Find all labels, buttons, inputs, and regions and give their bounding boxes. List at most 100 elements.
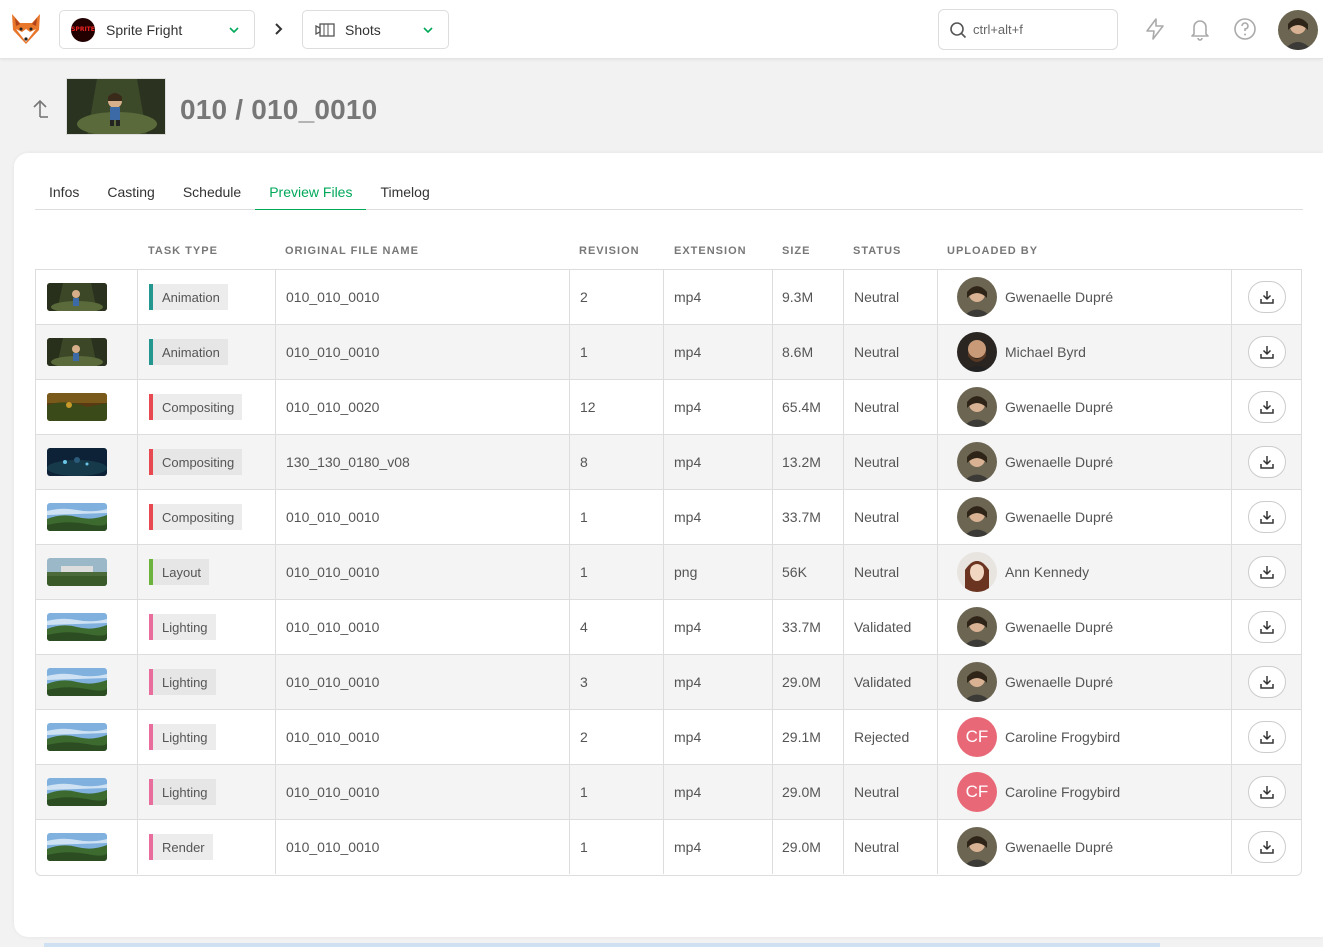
column-status[interactable]: STATUS — [853, 245, 901, 257]
section-selector[interactable]: Shots — [302, 10, 449, 49]
download-button[interactable] — [1248, 391, 1286, 423]
download-cell — [1232, 270, 1302, 324]
file-name-cell: 010_010_0010 — [276, 270, 570, 324]
preview-thumbnail[interactable] — [47, 558, 107, 586]
task-type-badge-lighting[interactable]: Lighting — [149, 614, 216, 640]
preview-thumbnail[interactable] — [47, 338, 107, 366]
download-button[interactable] — [1248, 721, 1286, 753]
uploader-name: Gwenaelle Dupré — [1005, 509, 1114, 525]
uploaded-by-cell: Ann Kennedy — [938, 545, 1232, 599]
download-button[interactable] — [1248, 336, 1286, 368]
thumbnail-cell[interactable] — [36, 820, 138, 874]
download-button[interactable] — [1248, 501, 1286, 533]
task-type-badge-animation[interactable]: Animation — [149, 284, 228, 310]
uploader-name: Gwenaelle Dupré — [1005, 399, 1114, 415]
size-cell: 29.0M — [773, 820, 844, 874]
task-type-badge-lighting[interactable]: Lighting — [149, 669, 216, 695]
uploaded-by-cell: Michael Byrd — [938, 325, 1232, 379]
table-row[interactable]: Layout 010_010_0010 1 png 56K Neutral Ann Kenn… — [36, 545, 1301, 600]
preview-thumbnail[interactable] — [47, 833, 107, 861]
preview-thumbnail[interactable] — [47, 668, 107, 696]
production-selector[interactable]: SPRITE Sprite Fright — [59, 10, 255, 49]
thumbnail-cell[interactable] — [36, 545, 138, 599]
avatar — [957, 827, 997, 867]
thumbnail-cell[interactable] — [36, 435, 138, 489]
bell-icon[interactable] — [1188, 17, 1212, 41]
avatar — [957, 662, 997, 702]
thumbnail-cell[interactable] — [36, 270, 138, 324]
thumbnail-cell[interactable] — [36, 380, 138, 434]
preview-thumbnail[interactable] — [47, 283, 107, 311]
preview-thumbnail[interactable] — [47, 393, 107, 421]
download-button[interactable] — [1248, 611, 1286, 643]
column-size[interactable]: SIZE — [782, 245, 810, 257]
download-button[interactable] — [1248, 281, 1286, 313]
column-extension[interactable]: EXTENSION — [674, 245, 747, 257]
table-row[interactable]: Lighting 010_010_0010 2 mp4 29.1M Rejected CF C… — [36, 710, 1301, 765]
uploaded-by-cell: Gwenaelle Dupré — [938, 435, 1232, 489]
task-type-badge-compositing[interactable]: Compositing — [149, 449, 243, 475]
task-type-badge-lighting[interactable]: Lighting — [149, 779, 216, 805]
task-color-bar — [149, 559, 153, 585]
table-row[interactable]: Lighting 010_010_0010 4 mp4 33.7M Validated Gw… — [36, 600, 1301, 655]
download-button[interactable] — [1248, 556, 1286, 588]
preview-thumbnail[interactable] — [47, 723, 107, 751]
help-icon[interactable] — [1233, 17, 1257, 41]
back-arrow-icon[interactable] — [28, 97, 52, 121]
table-row[interactable]: Render 010_010_0010 1 mp4 29.0M Neutral Gwenae… — [36, 820, 1301, 875]
column-task-type[interactable]: TASK TYPE — [148, 245, 218, 257]
preview-thumbnail[interactable] — [47, 448, 107, 476]
task-type-badge-layout[interactable]: Layout — [149, 559, 210, 585]
download-button[interactable] — [1248, 776, 1286, 808]
column-revision[interactable]: REVISION — [579, 245, 640, 257]
tab-casting[interactable]: Casting — [93, 177, 168, 210]
extension-cell: mp4 — [664, 380, 773, 434]
tab-infos[interactable]: Infos — [35, 177, 93, 210]
tab-timelog[interactable]: Timelog — [366, 177, 443, 210]
preview-thumbnail[interactable] — [47, 613, 107, 641]
kitsu-fox-logo[interactable] — [10, 12, 42, 46]
file-name-cell: 010_010_0010 — [276, 655, 570, 709]
task-type-cell: Compositing — [138, 435, 276, 489]
task-type-badge-compositing[interactable]: Compositing — [149, 394, 243, 420]
download-icon — [1260, 731, 1274, 744]
table-row[interactable]: Lighting 010_010_0010 1 mp4 29.0M Neutral CF Ca… — [36, 765, 1301, 820]
search-box[interactable] — [938, 9, 1118, 50]
tab-schedule[interactable]: Schedule — [169, 177, 255, 210]
thumbnail-cell[interactable] — [36, 655, 138, 709]
column-uploaded-by[interactable]: UPLOADED BY — [947, 245, 1038, 257]
table-row[interactable]: Compositing 010_010_0010 1 mp4 33.7M Neutral G… — [36, 490, 1301, 545]
preview-thumbnail[interactable] — [47, 503, 107, 531]
download-button[interactable] — [1248, 831, 1286, 863]
preview-thumbnail[interactable] — [47, 778, 107, 806]
chevron-down-icon — [229, 26, 239, 33]
horizontal-scrollbar[interactable] — [44, 943, 1160, 947]
task-type-badge-animation[interactable]: Animation — [149, 339, 228, 365]
thumbnail-cell[interactable] — [36, 600, 138, 654]
task-type-badge-render[interactable]: Render — [149, 834, 213, 860]
uploaded-by-cell: Gwenaelle Dupré — [938, 270, 1232, 324]
thumbnail-cell[interactable] — [36, 490, 138, 544]
search-input[interactable] — [973, 22, 1103, 37]
lightning-icon[interactable] — [1143, 17, 1167, 41]
task-color-bar — [149, 394, 153, 420]
download-button[interactable] — [1248, 446, 1286, 478]
task-type-badge-lighting[interactable]: Lighting — [149, 724, 216, 750]
table-row[interactable]: Animation 010_010_0010 1 mp4 8.6M Neutral Mich… — [36, 325, 1301, 380]
file-name-cell: 010_010_0010 — [276, 325, 570, 379]
uploader-name: Caroline Frogybird — [1005, 729, 1121, 745]
current-user-avatar[interactable] — [1278, 10, 1318, 50]
download-button[interactable] — [1248, 666, 1286, 698]
column-file-name[interactable]: ORIGINAL FILE NAME — [285, 245, 419, 257]
thumbnail-cell[interactable] — [36, 765, 138, 819]
table-row[interactable]: Compositing 010_010_0020 12 mp4 65.4M Neutral… — [36, 380, 1301, 435]
task-type-badge-compositing[interactable]: Compositing — [149, 504, 243, 530]
thumbnail-cell[interactable] — [36, 325, 138, 379]
tab-preview-files[interactable]: Preview Files — [255, 177, 367, 210]
table-row[interactable]: Animation 010_010_0010 2 mp4 9.3M Neutral Gwen… — [36, 270, 1301, 325]
table-row[interactable]: Compositing 130_130_0180_v08 8 mp4 13.2M Neut… — [36, 435, 1301, 490]
download-cell — [1232, 435, 1302, 489]
table-row[interactable]: Lighting 010_010_0010 3 mp4 29.0M Validated Gw… — [36, 655, 1301, 710]
thumbnail-cell[interactable] — [36, 710, 138, 764]
download-cell — [1232, 600, 1302, 654]
